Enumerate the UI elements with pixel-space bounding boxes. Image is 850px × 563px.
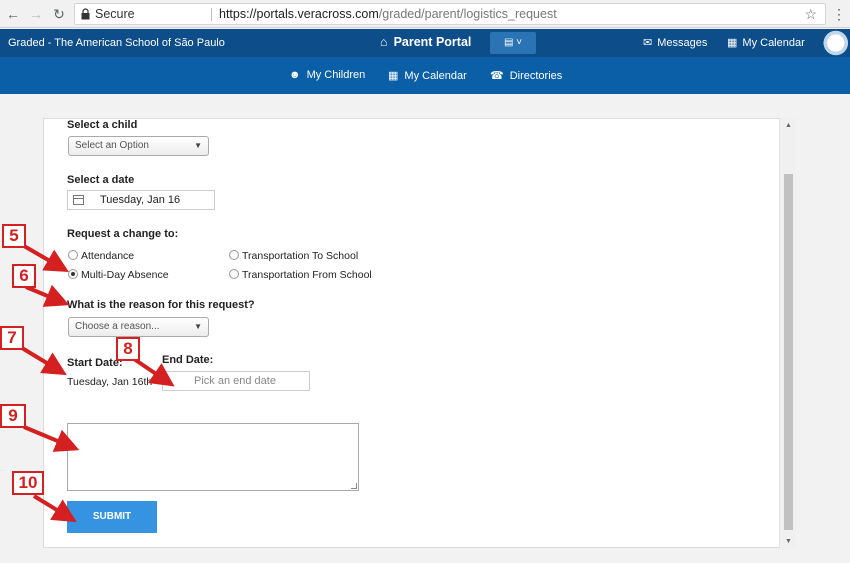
annotation-arrows	[20, 244, 175, 523]
annotation-marker-9: 9	[0, 404, 26, 428]
annotation-marker-6: 6	[12, 264, 36, 288]
annotation-marker-5: 5	[2, 224, 26, 248]
arrow-7	[20, 346, 67, 376]
arrow-9	[23, 425, 80, 452]
arrow-6	[25, 284, 70, 307]
annotation-marker-10: 10	[12, 471, 44, 495]
arrow-10	[32, 494, 77, 523]
annotation-marker-7: 7	[0, 326, 24, 350]
arrow-8	[132, 357, 175, 387]
annotation-marker-8: 8	[116, 337, 140, 361]
